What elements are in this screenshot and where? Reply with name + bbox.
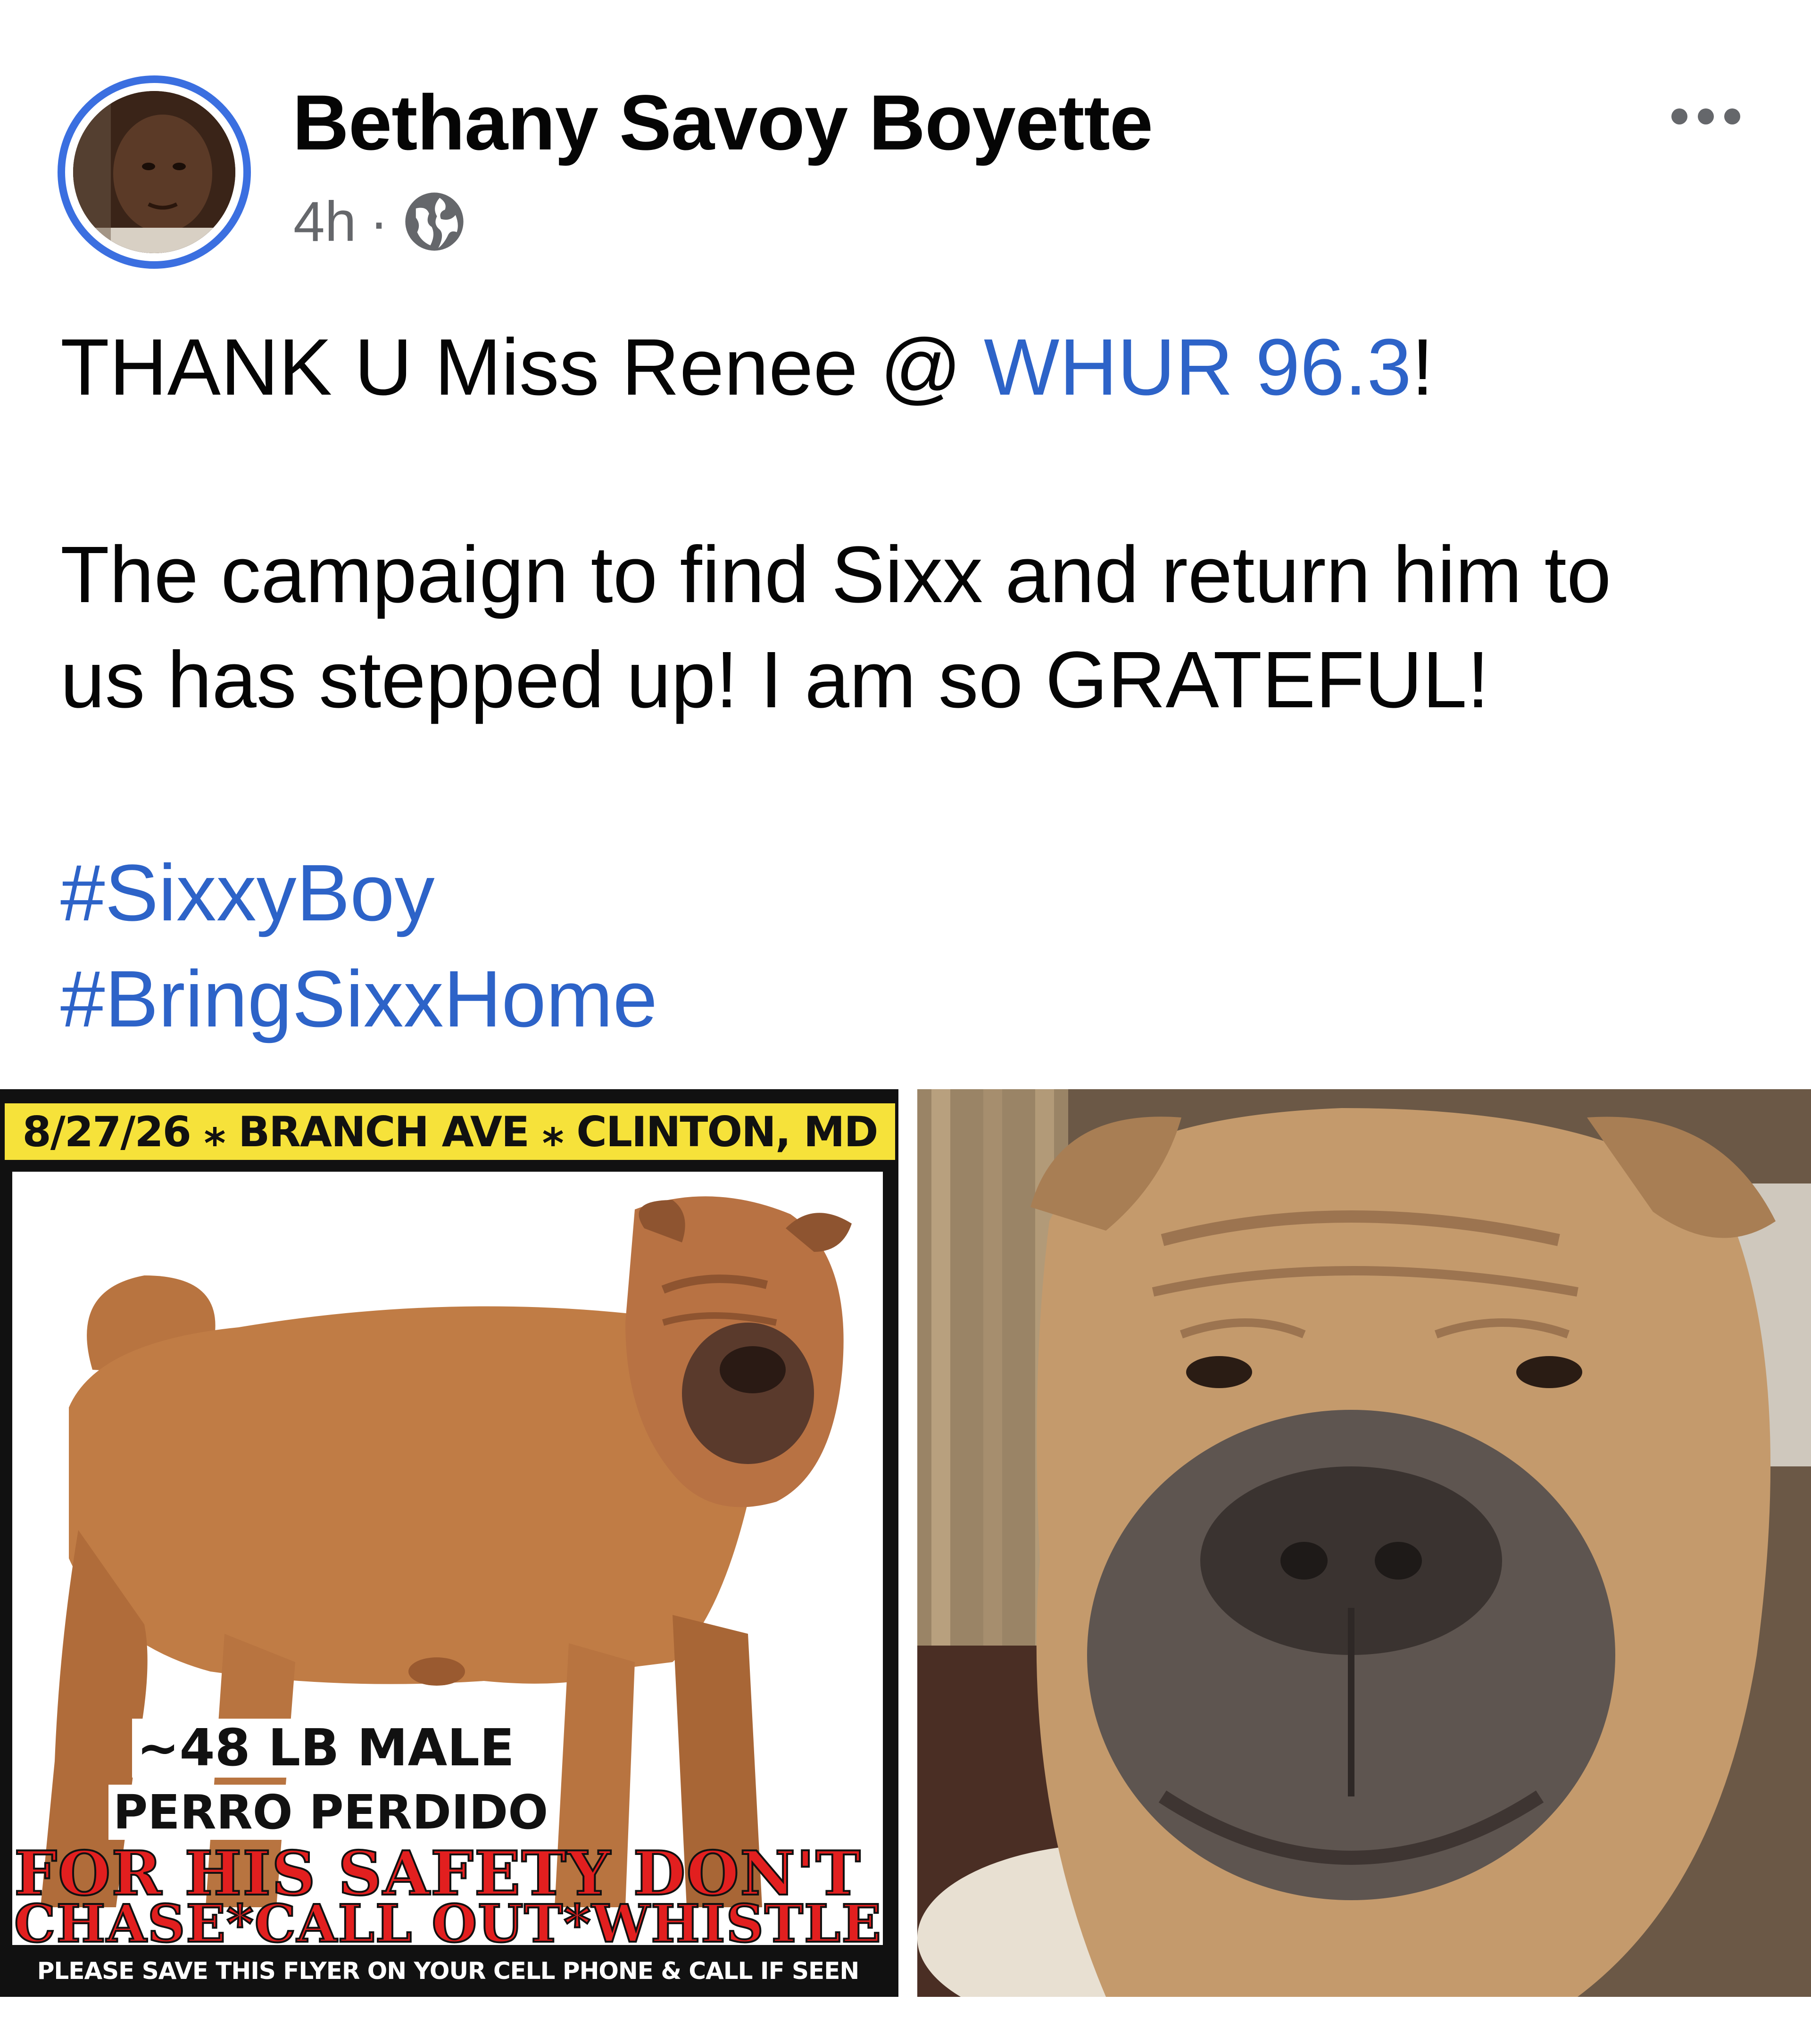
ellipsis-icon <box>1724 108 1740 124</box>
whur-link[interactable]: WHUR 96.3 <box>984 323 1412 412</box>
post-text-line: us has stepped up! I am so GRATEFUL! <box>60 635 1489 725</box>
lost-dog-flyer-image[interactable]: 8/27/26 ⁎ BRANCH AVE ⁎ CLINTON, MD ~48 L… <box>0 1089 898 1997</box>
flyer-perro-label: PERRO PERDIDO <box>108 1785 553 1840</box>
flyer-footer: PLEASE SAVE THIS FLYER ON YOUR CELL PHON… <box>9 1952 887 1990</box>
post-text-segment: ! <box>1411 323 1434 412</box>
post-text-line: THANK U Miss Renee @ WHUR 96.3! <box>60 314 1434 422</box>
ellipsis-icon <box>1671 108 1687 124</box>
flyer-warning-line: CHASE*CALL OUT*WHISTLE <box>13 1893 882 1954</box>
flyer-header: 8/27/26 ⁎ BRANCH AVE ⁎ CLINTON, MD <box>5 1103 895 1160</box>
ellipsis-icon <box>1698 108 1714 124</box>
author-name[interactable]: Bethany Savoy Boyette <box>292 84 1153 162</box>
post-timestamp[interactable]: 4h <box>293 193 356 250</box>
post-text-line: The campaign to find Sixx and return him… <box>60 530 1612 620</box>
meta-separator: · <box>369 190 389 253</box>
flyer-weight-label: ~48 LB MALE <box>132 1719 519 1778</box>
avatar-photo <box>73 91 235 253</box>
avatar[interactable] <box>58 75 251 269</box>
more-options-button[interactable] <box>1671 108 1740 124</box>
dog-closeup-photo[interactable] <box>917 1089 1811 1997</box>
post-text-segment: THANK U Miss Renee @ <box>60 323 984 412</box>
hashtag-link[interactable]: #SixxyBoy <box>60 839 435 948</box>
globe-icon[interactable] <box>401 189 467 255</box>
hashtag-link[interactable]: #BringSixxHome <box>60 945 657 1054</box>
post-meta: 4h · <box>293 189 467 255</box>
